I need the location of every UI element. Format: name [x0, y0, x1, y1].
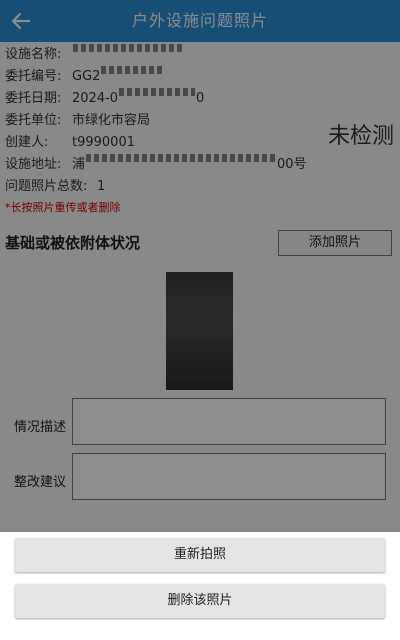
- retake-photo-button[interactable]: 重新拍照: [15, 538, 385, 572]
- delete-photo-button[interactable]: 删除该照片: [15, 584, 385, 618]
- action-sheet: 重新拍照 删除该照片: [0, 532, 400, 640]
